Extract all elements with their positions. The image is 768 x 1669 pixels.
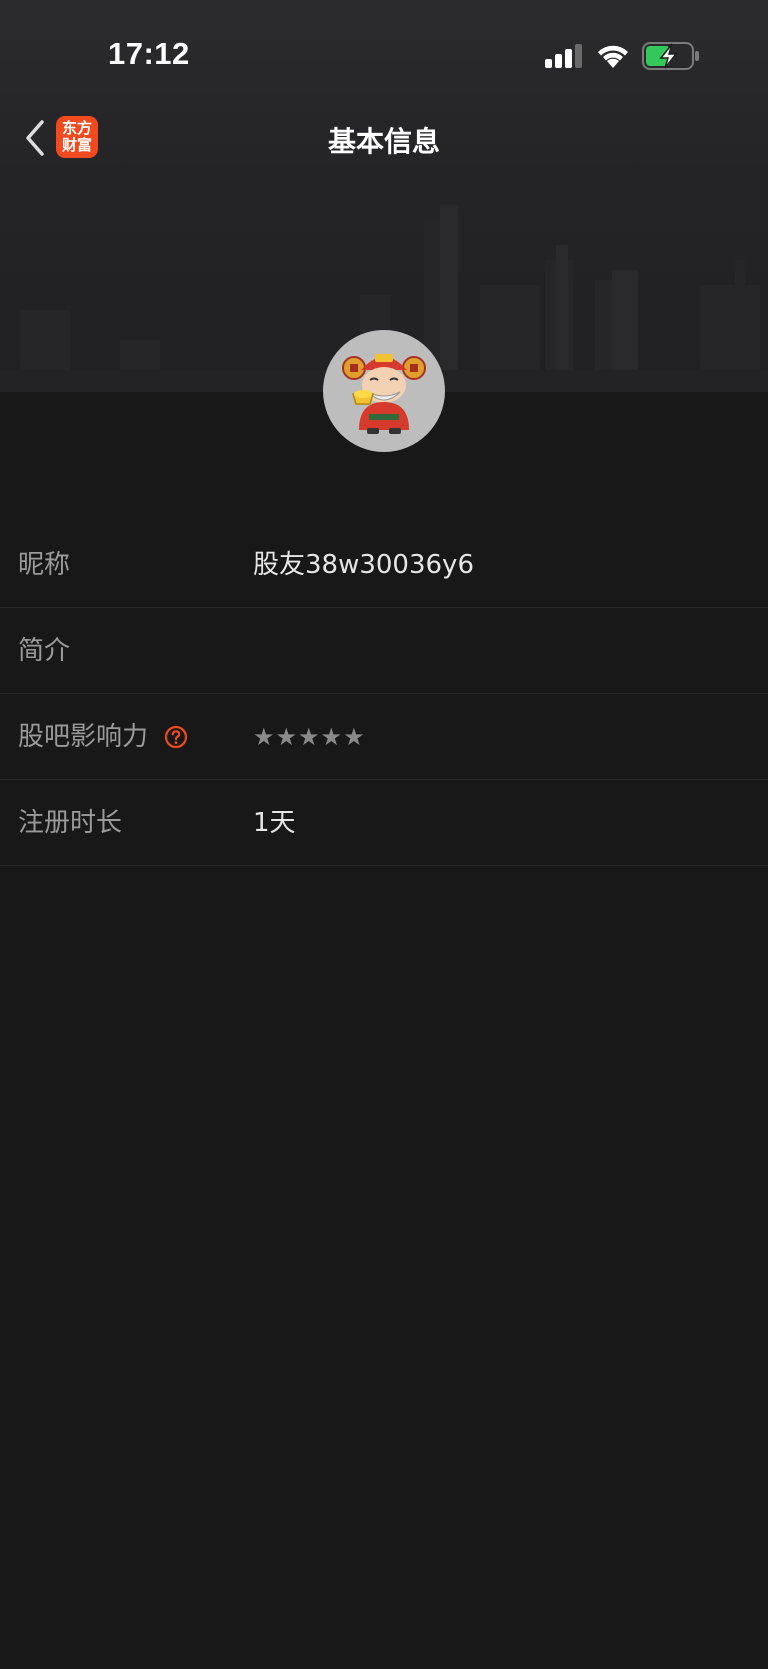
screen: 17:12 东方 财富 基本信息 昵称 股友38w30036y6 简介 股吧影响… xyxy=(0,0,768,1669)
app-logo-text-line1: 东方 xyxy=(61,119,92,137)
app-logo-button[interactable]: 东方 财富 xyxy=(56,116,98,158)
question-circle-icon[interactable] xyxy=(164,725,188,749)
god-of-wealth-avatar xyxy=(342,354,426,434)
row-label: 昵称 xyxy=(18,550,71,580)
basic-info-list: 昵称 股友38w30036y6 简介 股吧影响力 ★★★★★ 注册时长 1天 xyxy=(0,522,768,866)
list-item-influence: 股吧影响力 ★★★★★ xyxy=(0,694,768,780)
status-bar: 17:12 xyxy=(0,0,768,100)
signal-icon xyxy=(545,44,582,68)
page-title: 基本信息 xyxy=(327,125,440,158)
avatar[interactable] xyxy=(323,330,445,452)
row-label: 股吧影响力 xyxy=(18,722,149,752)
row-label: 简介 xyxy=(18,636,71,666)
row-value: 1天 xyxy=(253,808,296,838)
row-label: 注册时长 xyxy=(18,808,123,838)
chevron-left-icon[interactable] xyxy=(20,116,50,160)
influence-star-rating: ★★★★★ xyxy=(253,723,366,751)
row-value: 股友38w30036y6 xyxy=(253,550,474,580)
status-time: 17:12 xyxy=(108,36,190,71)
battery-charging-icon xyxy=(642,42,699,70)
list-item-registration-duration: 注册时长 1天 xyxy=(0,780,768,866)
wifi-icon xyxy=(598,45,628,68)
list-item-nickname[interactable]: 昵称 股友38w30036y6 xyxy=(0,522,768,608)
nav-bar: 东方 财富 基本信息 xyxy=(0,108,768,168)
app-logo-text-line2: 财富 xyxy=(61,136,92,154)
list-item-bio[interactable]: 简介 xyxy=(0,608,768,694)
